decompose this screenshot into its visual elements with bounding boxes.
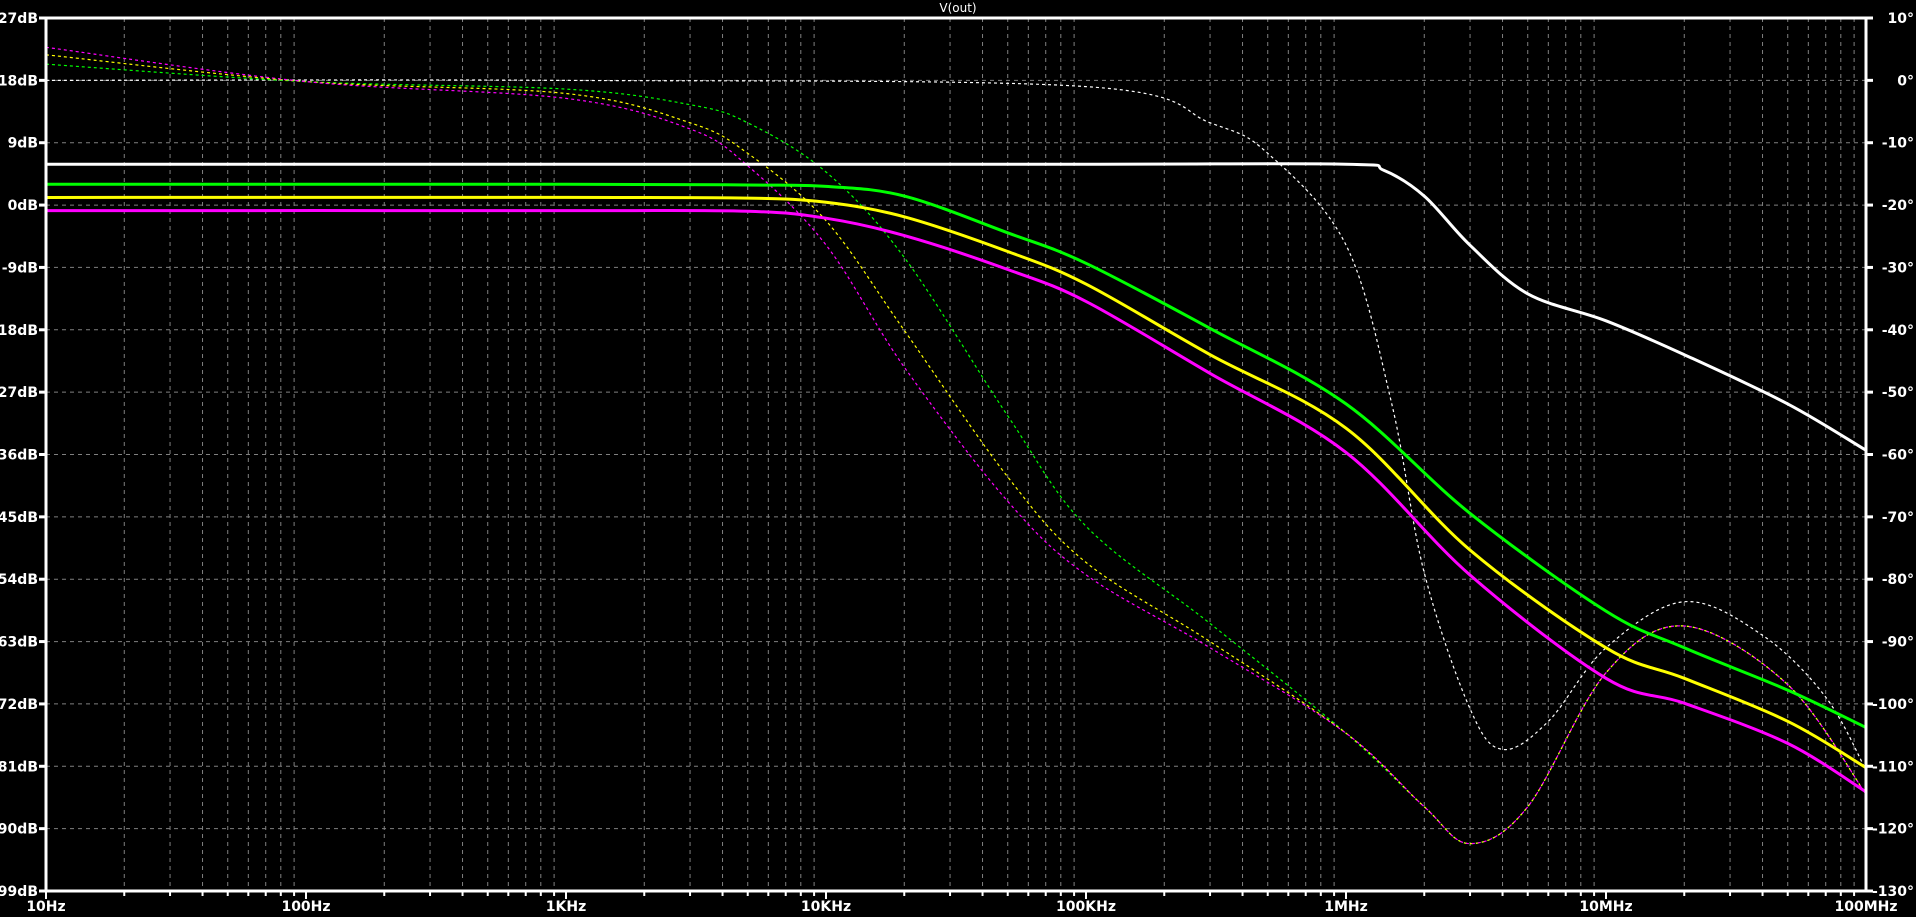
bode-plot[interactable]: 27dB 10° 18dB 0° 9dB -10° 0dB -20° -9dB -30° -18dB… [0,0,1916,917]
y-tick-label: -27dB [0,385,38,401]
x-tick-label: 100MHz [1834,899,1897,915]
y2-tick-label: -70° [1882,510,1914,526]
y2-tick-label: -10° [1882,136,1914,152]
y-tick-label: 27dB [0,11,38,27]
y2-tick-label: -130° [1872,884,1914,900]
x-tick-label: 100KHz [1056,899,1116,915]
plot-frame [39,16,1873,899]
y2-tick-label: -60° [1882,448,1914,464]
x-tick-label: 100Hz [281,899,330,915]
y-tick-label: 18dB [0,73,38,89]
series-phase-yellow[interactable] [45,54,1867,845]
series-magnitude-white[interactable] [45,162,1867,452]
y-tick-label: 0dB [8,198,38,214]
series-magnitude-green[interactable] [45,182,1867,729]
y2-tick-label: 0° [1897,73,1914,89]
y-tick-label: -54dB [0,572,38,588]
y2-tick-label: -120° [1872,822,1914,838]
y2-tick-label: -30° [1882,260,1914,276]
y2-tick-label: 10° [1888,11,1914,27]
chart-title[interactable]: V(out) [939,1,976,15]
y2-tick-label: -20° [1882,198,1914,214]
x-tick-label: 10KHz [801,899,851,915]
x-tick-label: 1KHz [546,899,586,915]
y-tick-label: -99dB [0,884,38,900]
y2-tick-label: -90° [1882,635,1914,651]
y-tick-label: -72dB [0,697,38,713]
x-tick-label: 10MHz [1579,899,1632,915]
y-tick-label: -36dB [0,448,38,464]
series-magnitude-magenta[interactable] [45,209,1867,794]
y-tick-label: -81dB [0,759,38,775]
y-tick-label: -9dB [2,260,38,276]
series-magnitude-yellow[interactable] [45,195,1867,769]
y2-tick-label: -50° [1882,385,1914,401]
y-tick-label: -90dB [0,822,38,838]
y-tick-label: -63dB [0,635,38,651]
y-tick-label: 9dB [8,136,38,152]
x-tick-label: 1MHz [1324,899,1368,915]
series-phase-green[interactable] [45,63,1867,845]
axis-labels: 27dB 10° 18dB 0° 9dB -10° 0dB -20° -9dB -30° -18dB… [0,11,1914,915]
y2-tick-label: -110° [1872,759,1914,775]
y-tick-label: -45dB [0,510,38,526]
grid [46,18,1866,891]
y2-tick-label: -80° [1882,572,1914,588]
y-tick-label: -18dB [0,323,38,339]
y2-tick-label: -100° [1872,697,1914,713]
y2-tick-label: -40° [1882,323,1914,339]
x-tick-label: 10Hz [26,899,65,915]
series-phase-magenta[interactable] [45,46,1867,845]
curves [45,46,1867,845]
